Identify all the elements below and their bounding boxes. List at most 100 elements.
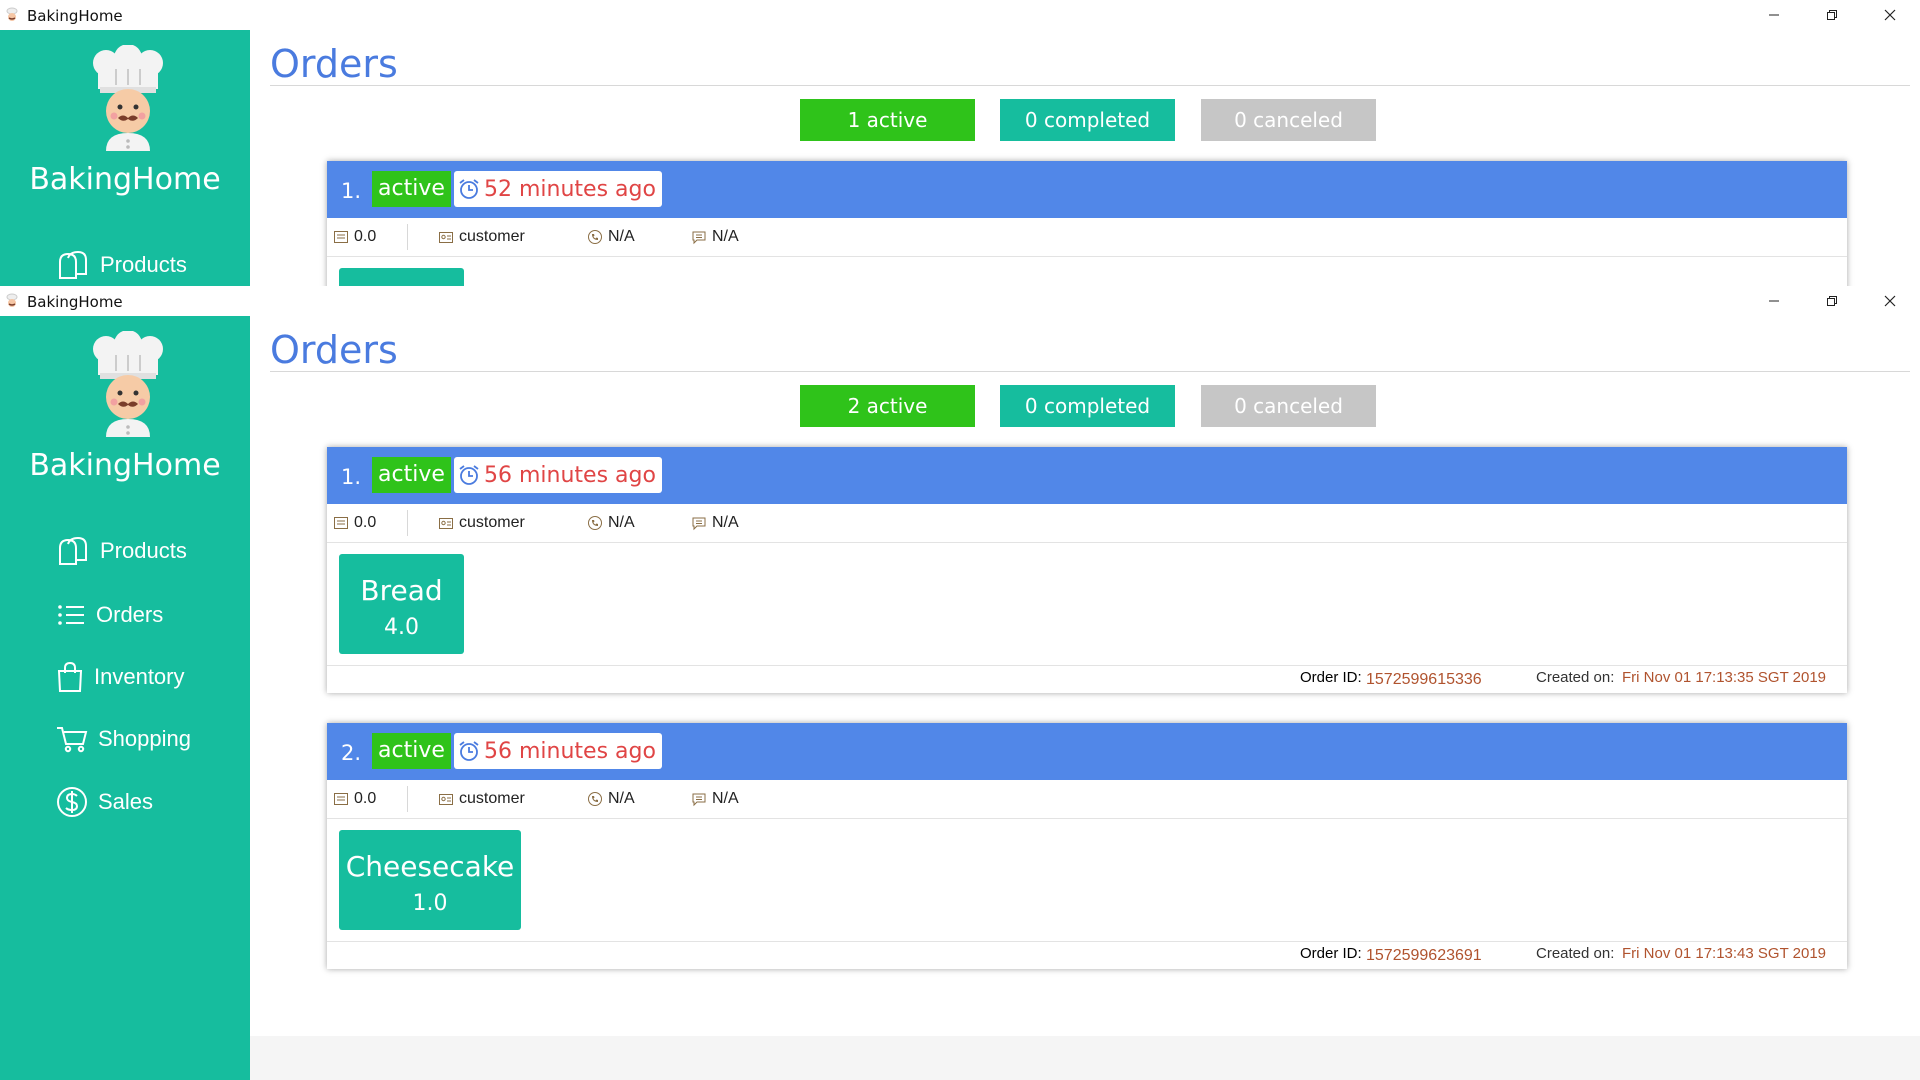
product-tile[interactable] <box>339 268 464 286</box>
time-ago: 52 minutes ago <box>484 176 656 202</box>
note-value: N/A <box>712 790 739 807</box>
product-tile[interactable]: Cheesecake 1.0 <box>339 830 521 930</box>
customer-value: customer <box>459 514 525 531</box>
card-footer-divider <box>327 665 1847 666</box>
receipt-icon <box>334 231 348 243</box>
bread-icon <box>59 250 87 279</box>
order-id-label: Order ID: <box>1300 669 1362 686</box>
restore-icon <box>1827 296 1837 306</box>
created-value: Fri Nov 01 17:13:43 SGT 2019 <box>1622 945 1827 962</box>
filter-active-button[interactable]: 2 active <box>800 385 975 427</box>
window-foreground: BakingHome BakingHome Products Orders In… <box>0 286 1920 1080</box>
order-phone: N/A <box>587 228 635 246</box>
order-header: 1. active 56 minutes ago <box>327 447 1847 504</box>
phone-icon <box>588 792 602 806</box>
id-card-icon <box>439 794 453 805</box>
price-value: 0.0 <box>354 514 377 531</box>
title-divider <box>270 85 1910 86</box>
title-divider <box>270 371 1910 372</box>
info-divider <box>407 786 408 812</box>
window-title: BakingHome <box>27 7 123 25</box>
alarm-clock-icon <box>459 465 479 485</box>
close-button[interactable] <box>1861 286 1919 316</box>
minimize-button[interactable] <box>1745 0 1803 30</box>
sidebar: BakingHome Products Orders Inventory Sho… <box>0 316 250 1080</box>
status-badge: active <box>372 733 451 769</box>
order-price: 0.0 <box>333 228 376 246</box>
filter-completed-button[interactable]: 0 completed <box>1000 99 1175 141</box>
nav-sales-label: Sales <box>98 789 154 814</box>
receipt-icon <box>334 517 348 529</box>
alarm-clock-icon <box>459 741 479 761</box>
order-number: 1. <box>341 179 362 203</box>
product-tile[interactable]: Bread 4.0 <box>339 554 464 654</box>
filter-completed-button[interactable]: 0 completed <box>1000 385 1175 427</box>
order-time: 56 minutes ago <box>454 457 662 493</box>
time-ago: 56 minutes ago <box>484 738 656 764</box>
customer-value: customer <box>459 228 525 245</box>
list-icon <box>58 605 84 625</box>
nav-products[interactable]: Products <box>56 536 187 566</box>
order-note: N/A <box>691 790 739 808</box>
order-number: 2. <box>341 741 362 765</box>
filter-active-button[interactable]: 1 active <box>800 99 975 141</box>
app-icon <box>6 7 18 21</box>
created-label: Created on: <box>1536 945 1615 962</box>
close-button[interactable] <box>1861 0 1919 30</box>
card-footer-divider <box>327 941 1847 942</box>
time-ago: 56 minutes ago <box>484 462 656 488</box>
nav-products-label: Products <box>100 538 187 563</box>
price-value: 0.0 <box>354 228 377 245</box>
created-value: Fri Nov 01 17:13:35 SGT 2019 <box>1622 669 1827 686</box>
created-label: Created on: <box>1536 669 1615 686</box>
filter-canceled-button[interactable]: 0 canceled <box>1201 385 1376 427</box>
title-bar[interactable]: BakingHome <box>0 286 1920 316</box>
alarm-clock-icon <box>459 179 479 199</box>
product-name: Cheesecake <box>345 850 515 883</box>
restore-button[interactable] <box>1803 0 1861 30</box>
nav-sales[interactable]: Sales <box>56 786 153 818</box>
receipt-icon <box>334 793 348 805</box>
product-quantity: 4.0 <box>384 615 419 640</box>
order-customer: customer <box>438 514 525 532</box>
product-name: Bread <box>360 574 443 607</box>
filter-canceled-button[interactable]: 0 canceled <box>1201 99 1376 141</box>
nav-shopping-label: Shopping <box>98 726 191 751</box>
order-note: N/A <box>691 228 739 246</box>
phone-value: N/A <box>608 228 635 245</box>
phone-icon <box>588 230 602 244</box>
app-icon <box>6 293 18 307</box>
chef-logo <box>93 45 163 151</box>
nav-products[interactable]: Products <box>56 250 187 280</box>
window-background: BakingHome BakingHome Products Orders 1 … <box>0 0 1920 286</box>
nav-inventory[interactable]: Inventory <box>56 661 185 693</box>
title-bar[interactable]: BakingHome <box>0 0 1920 30</box>
info-divider <box>407 224 408 250</box>
order-number: 1. <box>341 465 362 489</box>
close-icon <box>1884 295 1896 307</box>
order-phone: N/A <box>587 790 635 808</box>
brand-name: BakingHome <box>29 448 221 483</box>
order-header: 1. active 52 minutes ago <box>327 161 1847 218</box>
cart-icon <box>57 727 88 753</box>
nav-inventory-label: Inventory <box>94 664 185 689</box>
order-time: 56 minutes ago <box>454 733 662 769</box>
id-card-icon <box>439 518 453 529</box>
order-info-row: 0.0 customer N/A N/A <box>327 218 1847 257</box>
customer-value: customer <box>459 790 525 807</box>
order-note: N/A <box>691 514 739 532</box>
minimize-icon <box>1769 14 1779 16</box>
info-divider <box>407 510 408 536</box>
nav-orders[interactable]: Orders <box>56 602 163 628</box>
phone-icon <box>588 516 602 530</box>
dollar-icon <box>57 787 87 817</box>
nav-shopping[interactable]: Shopping <box>56 725 191 753</box>
message-icon <box>692 231 706 245</box>
status-badge: active <box>372 457 451 493</box>
close-icon <box>1884 9 1896 21</box>
order-card: 1. active 56 minutes ago 0.0 customer N/… <box>327 447 1847 693</box>
restore-button[interactable] <box>1803 286 1861 316</box>
minimize-button[interactable] <box>1745 286 1803 316</box>
status-badge: active <box>372 171 451 207</box>
nav-orders-label: Orders <box>96 602 164 627</box>
